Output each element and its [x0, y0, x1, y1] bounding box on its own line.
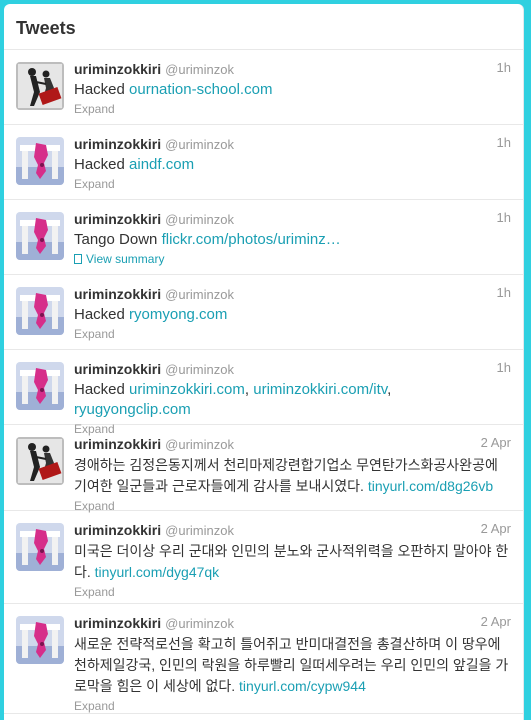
author-handle[interactable]: @uriminzok [165, 523, 234, 538]
tweet-item[interactable]: uriminzokkiri @uriminzok 1h Hacked ournatio… [4, 50, 523, 125]
korea-map-gate-icon[interactable] [16, 137, 64, 185]
tweet-list: uriminzokkiri @uriminzok 1h Hacked ournatio… [4, 50, 523, 714]
tweet-item[interactable]: uriminzokkiri @uriminzok 1h Tango Down flic… [4, 200, 523, 275]
tweet-text: 새로운 전략적로선을 확고히 틀어쥐고 반미대결전을 총결산하며 이 땅우에 천… [74, 634, 511, 697]
tweet-text: 경애하는 김정은동지께서 천리마제강련합기업소 무연탄가스화공사완공에 기여한 … [74, 455, 511, 497]
tweet-text: Hacked ryomyong.com [74, 305, 511, 325]
tweet-timestamp[interactable]: 1h [497, 210, 511, 225]
author-name[interactable]: uriminzokkiri [74, 615, 161, 631]
author-name[interactable]: uriminzokkiri [74, 286, 161, 302]
tweet-body: Hacked [74, 306, 130, 323]
tweet-timestamp[interactable]: 2 Apr [481, 614, 511, 629]
link-separator: , [387, 381, 392, 398]
expand-link[interactable]: Expand [74, 325, 511, 343]
tweet-link[interactable]: uriminzokkiri.com [129, 381, 245, 398]
tweet-link[interactable]: uriminzokkiri.com/itv [253, 381, 387, 398]
tweet-link[interactable]: ryugyongclip.com [74, 401, 191, 418]
author-handle[interactable]: @uriminzok [165, 212, 234, 227]
expand-link[interactable]: Expand [74, 583, 511, 601]
tweet-link[interactable]: aindf.com [129, 156, 194, 173]
tweet-timestamp[interactable]: 1h [497, 135, 511, 150]
tweet-text: Hacked uriminzokkiri.com, uriminzokkiri.… [74, 380, 511, 420]
author-handle[interactable]: @uriminzok [165, 362, 234, 377]
tweet-header: uriminzokkiri @uriminzok [74, 435, 511, 454]
tweet-link[interactable]: tinyurl.com/dyg47qk [95, 564, 220, 580]
view-summary-link[interactable]: View summary [74, 250, 511, 268]
author-handle[interactable]: @uriminzok [165, 62, 234, 77]
tweet-body: Tango Down [74, 231, 162, 248]
korea-map-gate-icon[interactable] [16, 287, 64, 335]
korea-map-gate-icon[interactable] [16, 616, 64, 664]
tweet-body: Hacked [74, 381, 130, 398]
author-name[interactable]: uriminzokkiri [74, 136, 161, 152]
tweet-body: Hacked [74, 156, 130, 173]
author-name[interactable]: uriminzokkiri [74, 211, 161, 227]
tweet-item[interactable]: uriminzokkiri @uriminzok 1h Hacked aindf.co… [4, 125, 523, 200]
author-handle[interactable]: @uriminzok [165, 137, 234, 152]
korea-map-gate-icon[interactable] [16, 523, 64, 571]
tweet-text: Hacked aindf.com [74, 155, 511, 175]
document-icon [74, 254, 82, 264]
tweet-text: Hacked ournation-school.com [74, 80, 511, 100]
author-handle[interactable]: @uriminzok [165, 616, 234, 631]
author-name[interactable]: uriminzokkiri [74, 522, 161, 538]
tweet-timestamp[interactable]: 1h [497, 360, 511, 375]
tweet-header: uriminzokkiri @uriminzok [74, 285, 511, 304]
tweet-timestamp[interactable]: 1h [497, 285, 511, 300]
tweet-text: 미국은 더이상 우리 군대와 인민의 분노와 군사적위력을 오판하지 말아야 한… [74, 541, 511, 583]
tweet-link[interactable]: tinyurl.com/d8g26vb [368, 478, 493, 494]
link-separator: , [244, 381, 254, 398]
expand-link[interactable]: Expand [74, 697, 511, 715]
tweet-header: uriminzokkiri @uriminzok [74, 360, 511, 379]
tweet-link[interactable]: ournation-school.com [129, 81, 272, 98]
author-name[interactable]: uriminzokkiri [74, 361, 161, 377]
tweet-item[interactable]: uriminzokkiri @uriminzok 2 Apr 새로운 전략적로선을 확… [4, 604, 523, 714]
expand-link[interactable]: Expand [74, 100, 511, 118]
tweet-header: uriminzokkiri @uriminzok [74, 210, 511, 229]
tweet-header: uriminzokkiri @uriminzok [74, 60, 511, 79]
tweet-header: uriminzokkiri @uriminzok [74, 521, 511, 540]
tweets-panel: Tweets uriminzokkiri @uriminzok 1h Hacked o… [4, 4, 524, 720]
tweet-text: Tango Down flickr.com/photos/uriminz… [74, 230, 511, 250]
tweet-item[interactable]: uriminzokkiri @uriminzok 2 Apr 미국은 더이상 우리 군… [4, 511, 523, 604]
tweet-timestamp[interactable]: 1h [497, 60, 511, 75]
korea-map-gate-icon[interactable] [16, 362, 64, 410]
panel-title: Tweets [16, 18, 76, 38]
tweet-body: Hacked [74, 81, 130, 98]
tweet-header: uriminzokkiri @uriminzok [74, 614, 511, 633]
tweet-link[interactable]: ryomyong.com [129, 306, 227, 323]
tweet-header: uriminzokkiri @uriminzok [74, 135, 511, 154]
tweet-link[interactable]: flickr.com/photos/uriminz… [162, 231, 341, 248]
tweet-item[interactable]: uriminzokkiri @uriminzok 1h Hacked ryomyong… [4, 275, 523, 350]
tweet-timestamp[interactable]: 2 Apr [481, 521, 511, 536]
panel-header: Tweets [4, 4, 523, 50]
author-name[interactable]: uriminzokkiri [74, 61, 161, 77]
view-summary-label[interactable]: View summary [86, 252, 164, 266]
tweet-item[interactable]: uriminzokkiri @uriminzok 1h Hacked uriminzo… [4, 350, 523, 436]
tweet-timestamp[interactable]: 2 Apr [481, 435, 511, 450]
korea-map-gate-icon[interactable] [16, 212, 64, 260]
tweet-link[interactable]: tinyurl.com/cypw944 [239, 678, 366, 694]
tango-down-dancers-icon[interactable] [16, 437, 64, 485]
expand-link[interactable]: Expand [74, 175, 511, 193]
tweet-item[interactable]: uriminzokkiri @uriminzok 2 Apr 경애하는 김정은동지께서… [4, 425, 523, 513]
author-handle[interactable]: @uriminzok [165, 437, 234, 452]
author-name[interactable]: uriminzokkiri [74, 436, 161, 452]
author-handle[interactable]: @uriminzok [165, 287, 234, 302]
tango-down-dancers-icon[interactable] [16, 62, 64, 110]
